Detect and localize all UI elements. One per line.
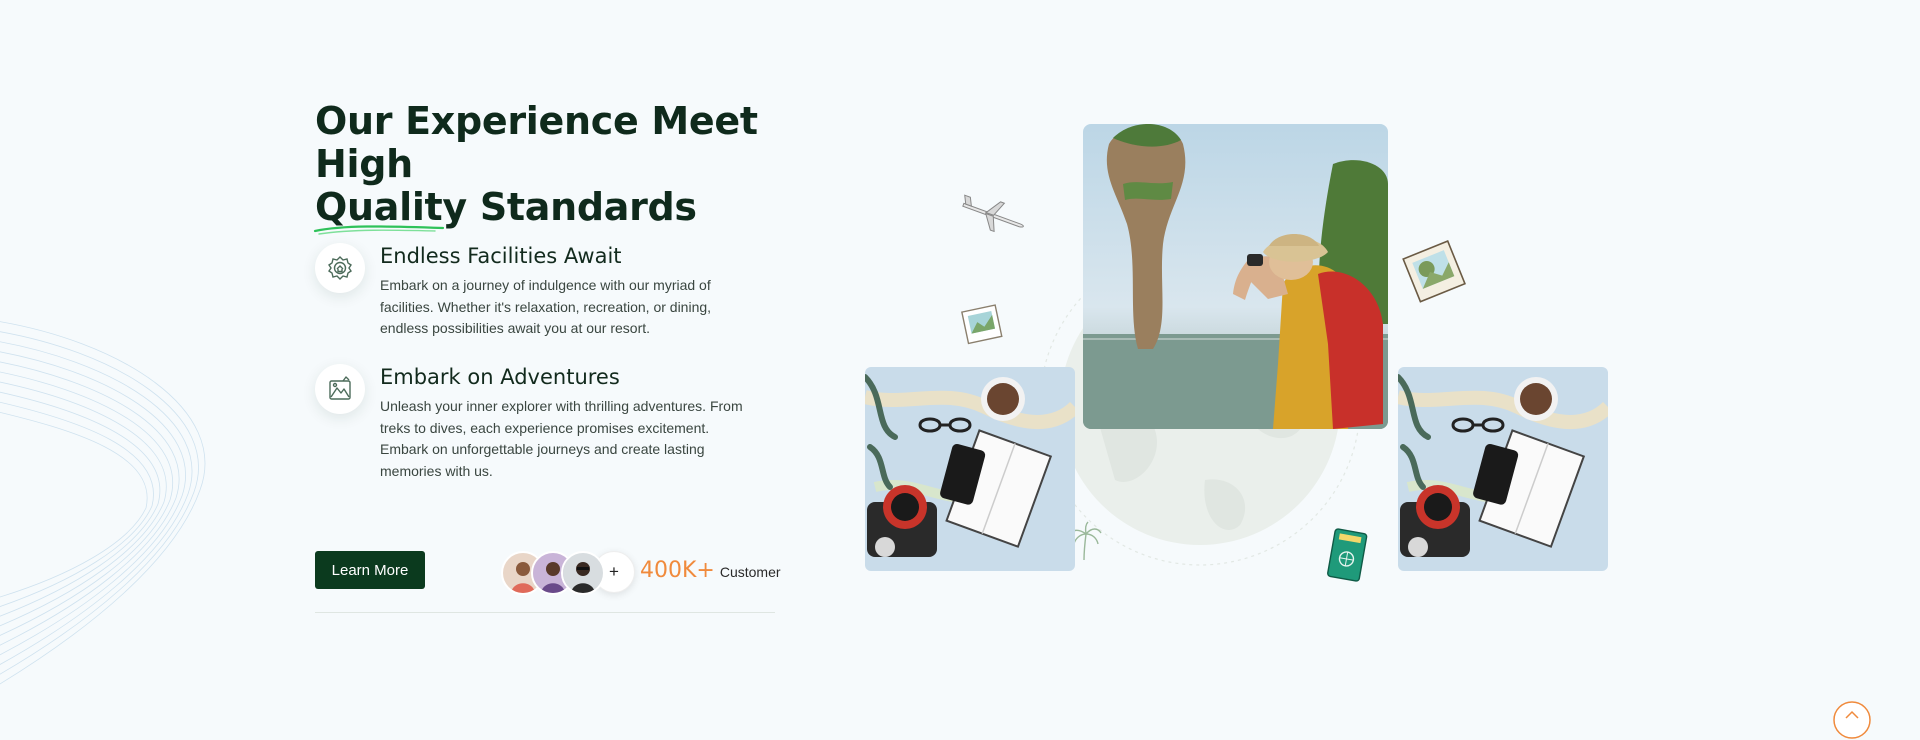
customer-count: 400K+ Customer	[640, 558, 781, 583]
airplane-sticker	[962, 194, 1024, 233]
feature-description: Embark on a journey of indulgence with o…	[380, 277, 712, 336]
decorative-waves	[0, 321, 206, 685]
highlight-underline	[313, 225, 445, 235]
experience-section: Our Experience Meet High Quality Standar…	[313, 99, 795, 613]
learn-more-button[interactable]: Learn More	[315, 551, 425, 589]
scroll-to-top-button[interactable]	[1832, 700, 1872, 740]
feature-adventures: Embark on Adventures Unleash your inner …	[315, 364, 743, 482]
travel-collage	[860, 120, 1620, 620]
flatlay-photo-right	[1398, 367, 1608, 571]
framed-photo-sticker	[1402, 240, 1466, 303]
customer-count-value: 400K+	[640, 558, 715, 583]
resort-facilities-icon	[315, 243, 365, 293]
feature-facilities: Endless Facilities Await Embark on a jou…	[315, 243, 735, 340]
main-photo-traveler	[1083, 124, 1388, 429]
heading-line-1: Our Experience Meet High	[315, 99, 758, 186]
avatar	[561, 551, 605, 595]
feature-title: Embark on Adventures	[380, 365, 620, 389]
customer-count-label: Customer	[719, 564, 781, 580]
heading-rest: Standards	[466, 185, 697, 229]
divider	[315, 612, 775, 613]
mountain-adventure-icon	[315, 364, 365, 414]
feature-title: Endless Facilities Await	[380, 244, 622, 268]
photo-sticker	[961, 304, 1003, 345]
feature-description: Unleash your inner explorer with thrilli…	[380, 398, 743, 479]
flatlay-photo-left	[865, 367, 1075, 571]
passport-sticker	[1327, 528, 1368, 582]
section-heading: Our Experience Meet High Quality Standar…	[313, 99, 795, 235]
customer-avatars: +	[501, 551, 635, 595]
heading-highlight-word: Quality	[313, 186, 467, 235]
